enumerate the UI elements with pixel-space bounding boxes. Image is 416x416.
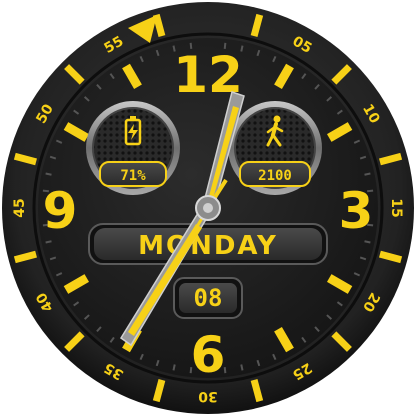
minute-tick (240, 364, 244, 371)
date-window: 08 (173, 277, 243, 319)
watch-face: 0510152025303540455055 12 3 6 9 71% 2100… (2, 2, 414, 414)
minute-tick (45, 240, 52, 244)
steps-value: 2100 (258, 168, 292, 184)
date-text: 08 (194, 284, 223, 312)
day-window: MONDAY (88, 223, 328, 265)
hand-center-cap (195, 195, 221, 221)
minute-tick (364, 172, 371, 176)
bezel-label: 15 (388, 198, 404, 217)
battery-subdial[interactable]: 71% (86, 101, 180, 195)
bezel-label: 30 (198, 388, 218, 404)
hour-numeral-9: 9 (43, 182, 78, 240)
battery-value: 71% (120, 168, 146, 184)
bezel-label: 45 (12, 198, 28, 217)
minute-tick (45, 172, 52, 176)
hour-numeral-6: 6 (191, 326, 226, 384)
minute-tick (364, 240, 371, 244)
minute-tick (172, 364, 176, 371)
day-text: MONDAY (138, 231, 278, 261)
steps-subdial[interactable]: 2100 (228, 101, 322, 195)
hour-numeral-3: 3 (339, 182, 374, 240)
